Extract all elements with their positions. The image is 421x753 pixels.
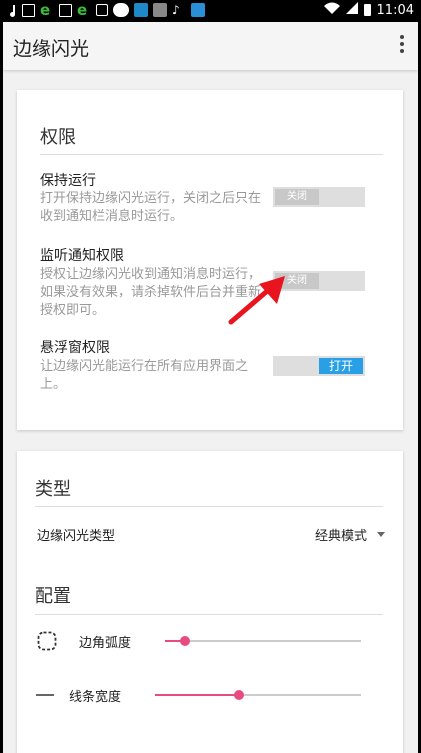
flash-type-label: 边缘闪光类型 — [37, 529, 116, 544]
tiktok-icon: ♪ — [172, 3, 180, 17]
browser-e-icon: e — [77, 1, 88, 19]
image-icon — [153, 3, 167, 17]
overlay-permission-title: 悬浮窗权限 — [40, 340, 110, 356]
chevron-down-icon — [377, 532, 385, 537]
chat-bubble-icon — [113, 3, 129, 17]
overlay-permission-desc: 让边缘闪光能运行在所有应用界面之上。 — [40, 359, 249, 392]
notification-permission-toggle[interactable]: 关闭 — [273, 271, 365, 291]
app-bar: 边缘闪光 — [3, 22, 418, 70]
config-heading: 配置 — [35, 586, 71, 607]
divider — [35, 506, 383, 507]
line-width-row: 线条宽度 — [17, 680, 403, 710]
flash-type-value: 经典模式 — [314, 529, 367, 544]
toggle-label: 打开 — [319, 358, 363, 374]
status-right: 11:04 — [323, 2, 414, 18]
corner-radius-slider[interactable] — [165, 636, 361, 646]
slider-fill — [155, 694, 240, 696]
notification-permission-desc: 授权让边缘闪光收到通知消息时运行，如果没有效果，请杀掉软件后台并重新授权即可。 — [40, 267, 262, 318]
screen: e e ♪ 11:04 边缘闪光 权限 保持运行 打开保持边缘闪光运行，关闭之后… — [3, 0, 418, 753]
flash-type-dropdown[interactable]: 经典模式 — [315, 525, 385, 544]
notification-icons: e e ♪ — [9, 1, 205, 19]
more-menu-icon[interactable] — [394, 32, 410, 60]
line-width-icon — [35, 685, 55, 705]
keep-running-title: 保持运行 — [40, 173, 96, 189]
app-blue-icon — [134, 3, 148, 17]
keep-running-desc: 打开保持边缘闪光运行，关闭之后只在收到通知栏消息时运行。 — [40, 191, 262, 224]
toggle-label: 关闭 — [275, 273, 319, 289]
notification-permission-title: 监听通知权限 — [40, 248, 124, 264]
keep-running-toggle[interactable]: 关闭 — [273, 187, 365, 207]
line-width-slider[interactable] — [155, 690, 361, 700]
type-heading: 类型 — [35, 479, 71, 500]
divider — [35, 614, 383, 615]
toggle-label: 关闭 — [275, 189, 319, 205]
rounded-corner-icon — [37, 631, 57, 651]
slider-thumb[interactable] — [179, 636, 190, 646]
signal-icon — [345, 2, 358, 18]
status-bar: e e ♪ 11:04 — [3, 0, 418, 22]
app-title: 边缘闪光 — [13, 38, 90, 60]
corner-radius-label: 边角弧度 — [79, 636, 132, 651]
corner-radius-row: 边角弧度 — [17, 626, 403, 656]
wifi-icon — [323, 2, 340, 18]
usb-icon — [96, 4, 108, 16]
settings-card: 类型 边缘闪光类型 经典模式 配置 边角弧度 线条宽度 — [17, 451, 403, 753]
battery-icon — [363, 4, 371, 16]
line-width-label: 线条宽度 — [69, 690, 122, 705]
message-icon — [59, 3, 72, 17]
message-icon — [22, 3, 35, 17]
music-note-icon — [9, 3, 17, 17]
divider — [40, 154, 383, 155]
browser-e-icon: e — [40, 1, 51, 19]
app-blue-icon — [191, 3, 205, 17]
slider-thumb[interactable] — [234, 690, 245, 700]
clock: 11:04 — [376, 2, 414, 18]
permissions-heading: 权限 — [40, 127, 76, 148]
overlay-permission-toggle[interactable]: 打开 — [273, 356, 365, 376]
permissions-card: 权限 保持运行 打开保持边缘闪光运行，关闭之后只在收到通知栏消息时运行。 关闭 … — [17, 90, 403, 430]
